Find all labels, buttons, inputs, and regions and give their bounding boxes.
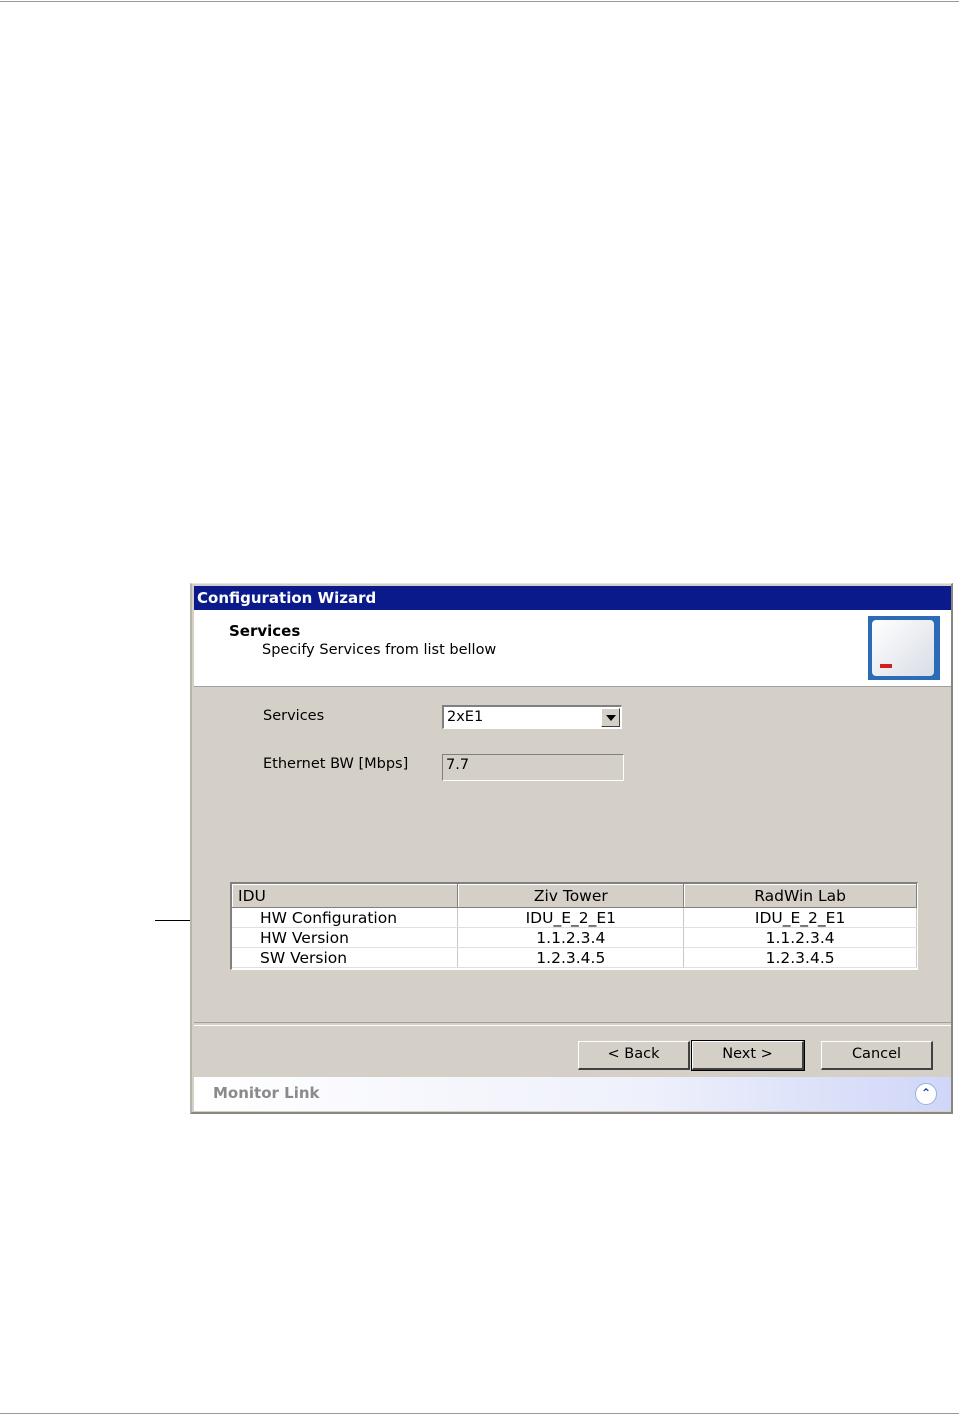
table-cell: SW Version (232, 947, 459, 968)
table-cell: 1.1.2.3.4 (683, 927, 917, 948)
table-cell: HW Configuration (232, 907, 459, 928)
table-row[interactable]: HW Configuration IDU_E_2_E1 IDU_E_2_E1 (232, 907, 917, 928)
column-header-site-b[interactable]: RadWin Lab (683, 884, 917, 908)
wizard-header: Services Specify Services from list bell… (194, 610, 951, 687)
callout-line-horizontal (155, 920, 191, 921)
table-row[interactable]: HW Version 1.1.2.3.4 1.1.2.3.4 (232, 927, 917, 948)
back-button[interactable]: < Back (578, 1041, 690, 1070)
configuration-wizard-window: Configuration Wizard Services Specify Se… (190, 583, 953, 1114)
double-chevron-up-icon[interactable]: ⌃ (915, 1083, 937, 1105)
services-label: Services (263, 708, 325, 724)
idu-info-table: IDU Ziv Tower RadWin Lab HW Configuratio… (230, 882, 918, 970)
table-cell: 1.1.2.3.4 (457, 927, 685, 948)
services-dropdown[interactable]: 2xE1 (442, 705, 622, 729)
table-cell: 1.2.3.4.5 (457, 947, 685, 968)
column-header-site-a[interactable]: Ziv Tower (457, 884, 685, 908)
dropdown-arrow-icon[interactable] (601, 708, 620, 727)
page-title: Services (229, 622, 301, 640)
table-row[interactable]: SW Version 1.2.3.4.5 1.2.3.4.5 (232, 947, 917, 968)
monitor-link-label: Monitor Link (213, 1084, 320, 1102)
table-cell: IDU_E_2_E1 (457, 907, 685, 928)
ethernet-bw-label: Ethernet BW [Mbps] (263, 756, 409, 772)
page-bottom-rule (0, 1413, 959, 1414)
window-title: Configuration Wizard (194, 586, 951, 610)
cancel-button[interactable]: Cancel (821, 1041, 933, 1070)
next-button[interactable]: Next > (691, 1040, 805, 1071)
page-top-rule (0, 1, 959, 2)
table-header-row: IDU Ziv Tower RadWin Lab (232, 884, 917, 908)
column-header-idu[interactable]: IDU (232, 884, 459, 908)
monitor-link-bar[interactable]: Monitor Link ⌃ (194, 1077, 951, 1111)
button-area-divider (194, 1022, 951, 1026)
ethernet-bw-field: 7.7 (442, 754, 624, 781)
radio-antenna-icon (868, 616, 940, 680)
table-cell: 1.2.3.4.5 (683, 947, 917, 968)
table-cell: HW Version (232, 927, 459, 948)
page-subtitle: Specify Services from list bellow (262, 642, 497, 658)
table-cell: IDU_E_2_E1 (683, 907, 917, 928)
services-selected-value: 2xE1 (447, 709, 484, 725)
